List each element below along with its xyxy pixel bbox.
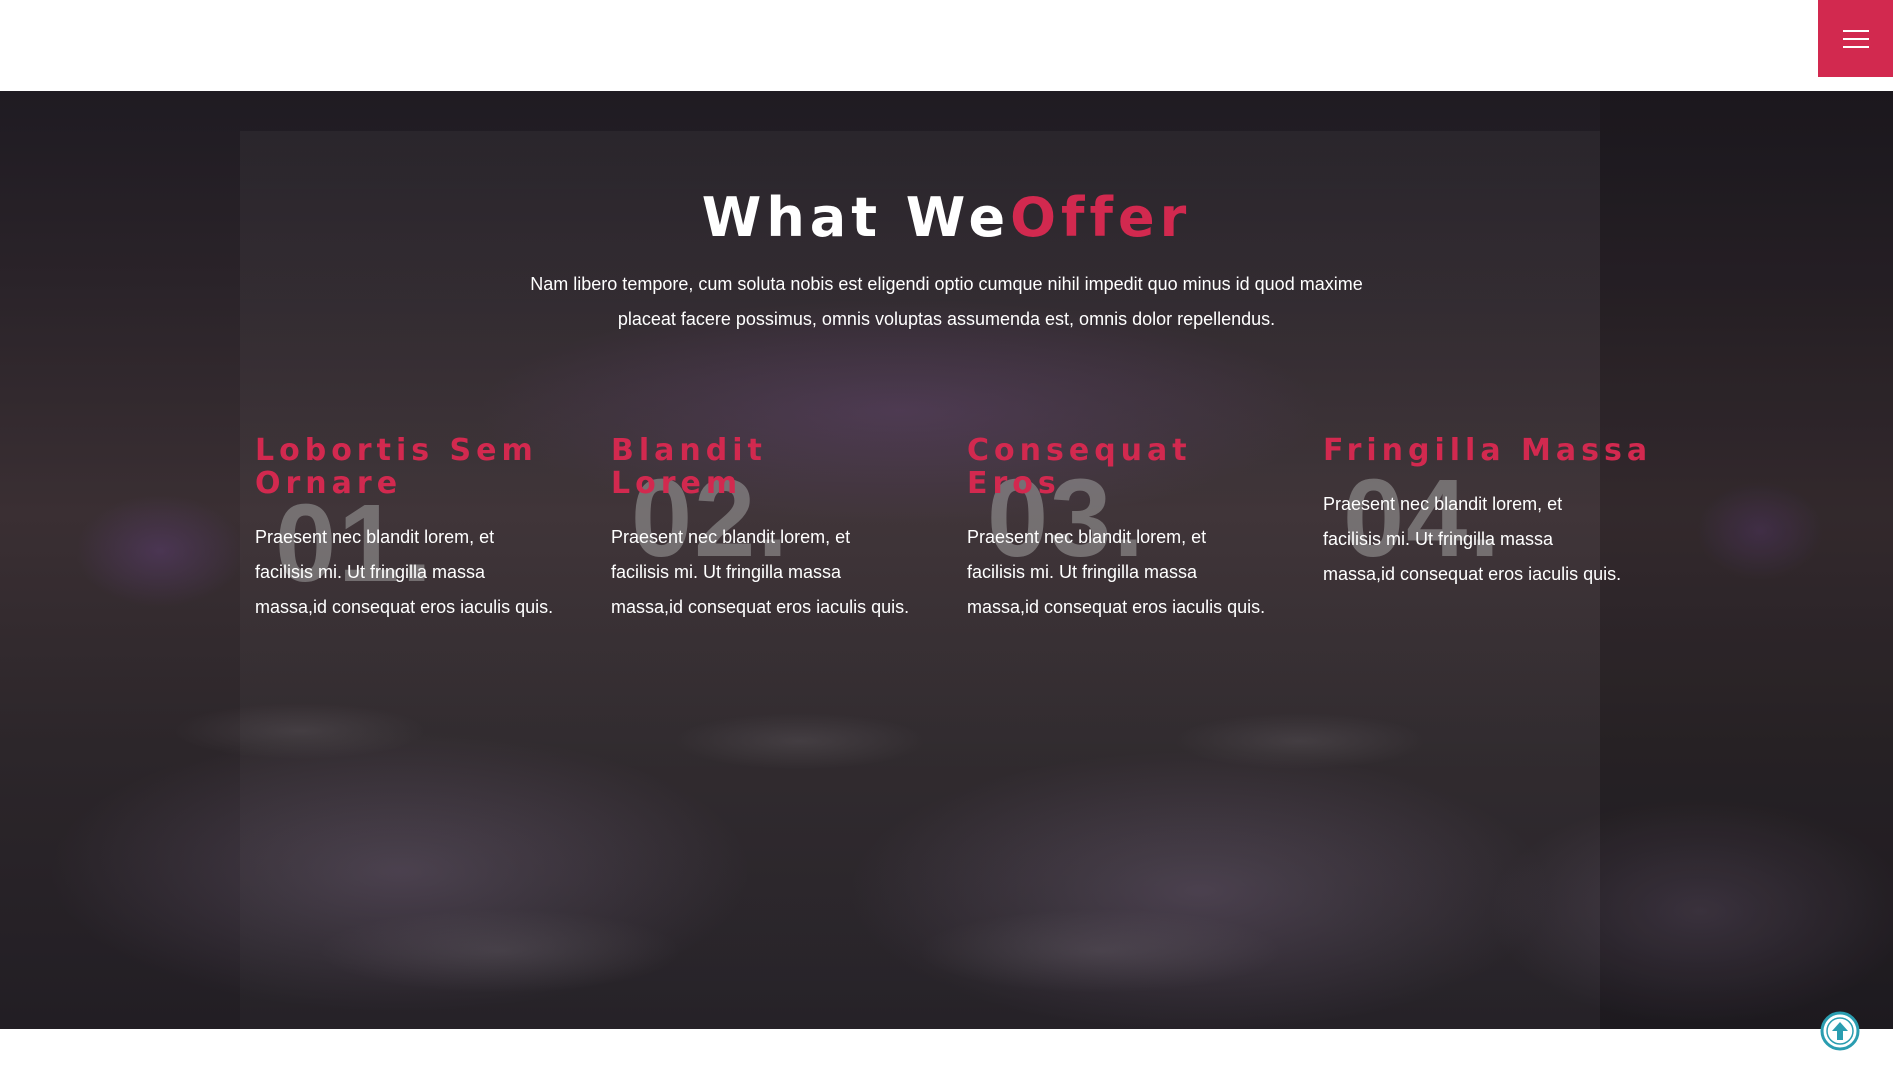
offer-title: Consequat Eros <box>967 433 1192 501</box>
section-title-accent: Offer <box>1010 186 1192 249</box>
offer-item: 01. Lobortis Sem Ornare Praesent nec bla… <box>255 434 555 625</box>
offer-text: Praesent nec blandit lorem, et facilisis… <box>1323 494 1622 584</box>
offer-text: Praesent nec blandit lorem, et facilisis… <box>967 527 1266 617</box>
section-intro: Nam libero tempore, cum soluta nobis est… <box>530 274 1363 329</box>
footer-strip <box>0 1029 1893 1077</box>
offer-title: Blandit Lorem <box>611 433 767 501</box>
arrow-up-circle-icon <box>1820 1011 1860 1051</box>
offer-item: 04. Fringilla Massa Praesent nec blandit… <box>1323 434 1647 592</box>
offer-text: Praesent nec blandit lorem, et facilisis… <box>255 527 554 617</box>
hamburger-menu-icon <box>1842 29 1869 48</box>
menu-toggle-button[interactable] <box>1818 0 1893 77</box>
offer-title: Fringilla Massa <box>1323 433 1653 468</box>
what-we-offer-section: What WeOffer Nam libero tempore, cum sol… <box>0 91 1893 1029</box>
top-header <box>0 0 1893 91</box>
page: What WeOffer Nam libero tempore, cum sol… <box>0 0 1893 1077</box>
offer-title: Lobortis Sem Ornare <box>255 433 538 501</box>
offer-text: Praesent nec blandit lorem, et facilisis… <box>611 527 910 617</box>
offer-item: 03. Consequat Eros Praesent nec blandit … <box>967 434 1267 625</box>
background-tables <box>0 651 1893 1029</box>
section-title: What WeOffer <box>0 186 1893 249</box>
offer-item: 02. Blandit Lorem Praesent nec blandit l… <box>611 434 911 625</box>
back-to-top-button[interactable] <box>1820 1011 1860 1051</box>
section-title-main: What We <box>701 186 1011 249</box>
